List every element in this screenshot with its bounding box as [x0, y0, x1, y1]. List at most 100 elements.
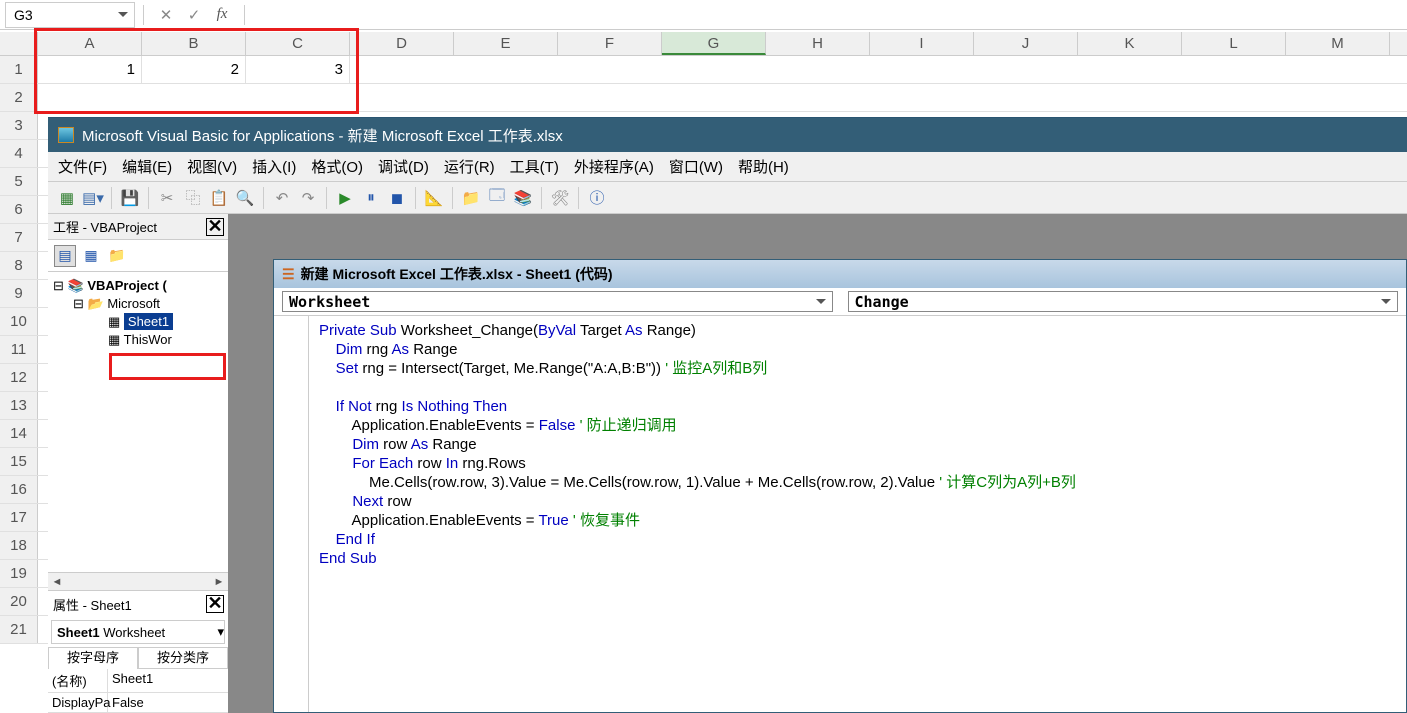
prop-displaypage[interactable]: DisplayPaFalse [48, 693, 228, 713]
cell-c1[interactable]: 3 [246, 56, 350, 83]
row-head[interactable]: 20 [0, 588, 38, 615]
code-area: ☰ 新建 Microsoft Excel 工作表.xlsx - Sheet1 (… [228, 214, 1407, 713]
cell-a1[interactable]: 1 [38, 56, 142, 83]
design-icon[interactable]: 📐 [423, 187, 445, 209]
project-icon[interactable]: 📁 [460, 187, 482, 209]
cell-b1[interactable]: 2 [142, 56, 246, 83]
confirm-icon[interactable]: ✓ [184, 5, 204, 25]
browser-icon[interactable]: 📚 [512, 187, 534, 209]
props-close-icon[interactable]: ✕ [206, 595, 224, 613]
col-h[interactable]: H [766, 32, 870, 55]
menu-help[interactable]: 帮助(H) [738, 156, 789, 177]
project-tree[interactable]: ⊟ 📚 VBAProject ( ⊟ 📂 Microsoft ▦ Sheet1 … [48, 272, 228, 572]
col-i[interactable]: I [870, 32, 974, 55]
stop-icon[interactable]: ◼ [386, 187, 408, 209]
col-l[interactable]: L [1182, 32, 1286, 55]
row-head[interactable]: 14 [0, 420, 38, 447]
save-icon[interactable]: 💾 [119, 187, 141, 209]
menu-run[interactable]: 运行(R) [444, 156, 495, 177]
menu-insert[interactable]: 插入(I) [252, 156, 296, 177]
code-titlebar[interactable]: ☰ 新建 Microsoft Excel 工作表.xlsx - Sheet1 (… [274, 260, 1406, 288]
row-head[interactable]: 7 [0, 224, 38, 251]
row-head-1[interactable]: 1 [0, 56, 38, 83]
row-head[interactable]: 8 [0, 252, 38, 279]
row-head[interactable]: 9 [0, 280, 38, 307]
row-head[interactable]: 11 [0, 336, 38, 363]
cancel-icon[interactable]: ✕ [156, 5, 176, 25]
code-editor[interactable]: Private Sub Worksheet_Change(ByVal Targe… [309, 316, 1406, 712]
project-hscroll[interactable]: ◄► [48, 572, 228, 590]
help-icon[interactable]: ⓘ [586, 187, 608, 209]
row-head[interactable]: 18 [0, 532, 38, 559]
find-icon[interactable]: 🔍 [234, 187, 256, 209]
vbe-titlebar[interactable]: Microsoft Visual Basic for Applications … [48, 118, 1407, 152]
menu-edit[interactable]: 编辑(E) [122, 156, 172, 177]
code-icon: ☰ [282, 266, 295, 283]
folder-icon[interactable]: 📁 [106, 245, 128, 267]
view-obj-icon[interactable]: ▦ [80, 245, 102, 267]
separator [578, 187, 579, 209]
view-code-icon[interactable]: ▤ [54, 245, 76, 267]
menu-debug[interactable]: 调试(D) [378, 156, 429, 177]
fx-icon[interactable]: fx [212, 5, 232, 25]
row-head[interactable]: 4 [0, 140, 38, 167]
props-object-combo[interactable]: Sheet1 Worksheet ▾ [51, 620, 225, 644]
row-head[interactable]: 5 [0, 168, 38, 195]
row-head[interactable]: 19 [0, 560, 38, 587]
menu-addins[interactable]: 外接程序(A) [574, 156, 654, 177]
toolbox-icon[interactable]: 🛠 [549, 187, 571, 209]
pause-icon[interactable]: ⏸ [360, 187, 382, 209]
col-f[interactable]: F [558, 32, 662, 55]
tree-root[interactable]: ⊟ 📚 VBAProject ( [53, 277, 223, 295]
tree-thisworkbook[interactable]: ▦ ThisWor [53, 331, 223, 349]
row-head[interactable]: 21 [0, 616, 38, 643]
run-icon[interactable]: ▶ [334, 187, 356, 209]
row-head[interactable]: 15 [0, 448, 38, 475]
col-b[interactable]: B [142, 32, 246, 55]
tree-folder[interactable]: ⊟ 📂 Microsoft [53, 295, 223, 313]
tab-categorized[interactable]: 按分类序 [138, 647, 228, 669]
row-head[interactable]: 12 [0, 364, 38, 391]
tree-sheet1[interactable]: ▦ Sheet1 [53, 313, 223, 331]
separator [263, 187, 264, 209]
col-k[interactable]: K [1078, 32, 1182, 55]
row-head[interactable]: 17 [0, 504, 38, 531]
select-all-corner[interactable] [0, 32, 38, 55]
object-combo[interactable]: Worksheet [282, 291, 833, 312]
col-m[interactable]: M [1286, 32, 1390, 55]
redo-icon[interactable]: ↷ [297, 187, 319, 209]
menu-view[interactable]: 视图(V) [187, 156, 237, 177]
paste-icon[interactable]: 📋 [208, 187, 230, 209]
copy-icon[interactable]: ⿻ [182, 187, 204, 209]
row-head[interactable]: 2 [0, 84, 38, 111]
col-j[interactable]: J [974, 32, 1078, 55]
menu-format[interactable]: 格式(O) [311, 156, 363, 177]
insert-form-icon[interactable]: ▤▾ [82, 187, 104, 209]
vbe-title-text: Microsoft Visual Basic for Applications … [82, 125, 563, 146]
procedure-combo[interactable]: Change [848, 291, 1399, 312]
row-head[interactable]: 6 [0, 196, 38, 223]
row-head[interactable]: 13 [0, 392, 38, 419]
col-c[interactable]: C [246, 32, 350, 55]
col-a[interactable]: A [38, 32, 142, 55]
project-close-icon[interactable]: ✕ [206, 218, 224, 236]
prop-name[interactable]: (名称)Sheet1 [48, 669, 228, 693]
excel-icon[interactable]: ▦ [56, 187, 78, 209]
props-icon[interactable]: 🗔 [486, 187, 508, 209]
menu-window[interactable]: 窗口(W) [669, 156, 723, 177]
col-e[interactable]: E [454, 32, 558, 55]
col-g[interactable]: G [662, 32, 766, 55]
row-head[interactable]: 3 [0, 112, 38, 139]
row-head[interactable]: 16 [0, 476, 38, 503]
name-box[interactable]: G3 [5, 2, 135, 28]
undo-icon[interactable]: ↶ [271, 187, 293, 209]
tab-alphabetic[interactable]: 按字母序 [48, 647, 138, 669]
menu-tools[interactable]: 工具(T) [510, 156, 559, 177]
scroll-right-icon[interactable]: ► [210, 576, 228, 588]
scroll-left-icon[interactable]: ◄ [48, 576, 66, 588]
formula-bar: G3 ✕ ✓ fx [0, 0, 1407, 30]
menu-file[interactable]: 文件(F) [58, 156, 107, 177]
col-d[interactable]: D [350, 32, 454, 55]
cut-icon[interactable]: ✂ [156, 187, 178, 209]
row-head[interactable]: 10 [0, 308, 38, 335]
